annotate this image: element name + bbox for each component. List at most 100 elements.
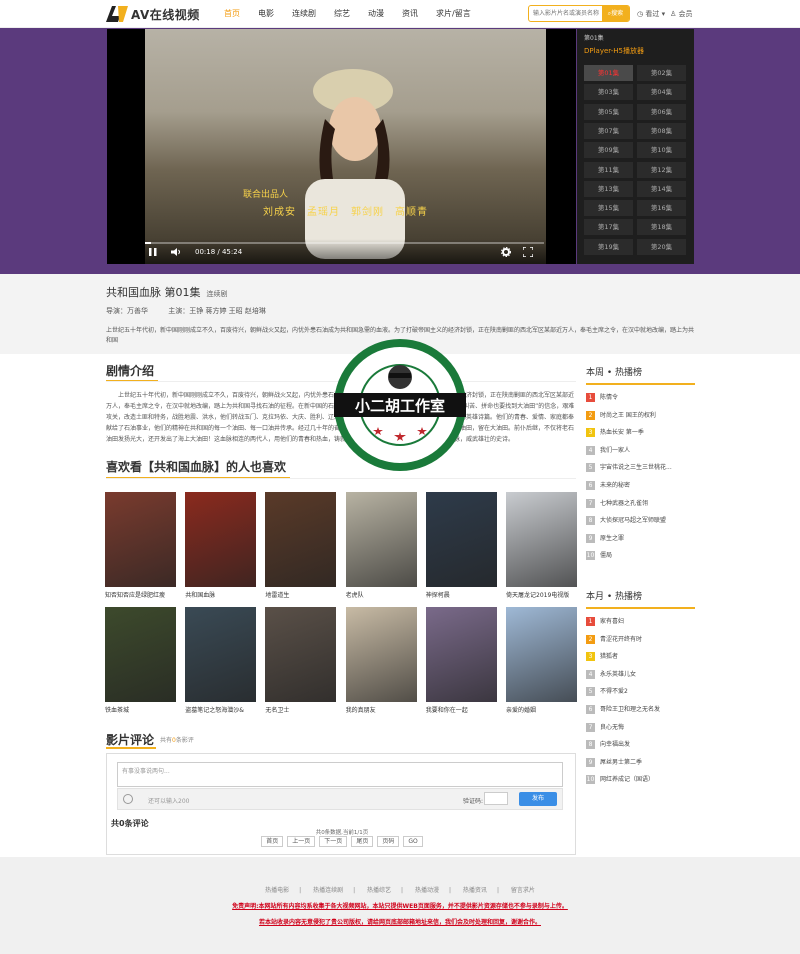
related-title[interactable]: 倚天屠龙记2019电视版: [506, 590, 577, 599]
rank-item[interactable]: 6 未来的秘密: [586, 480, 630, 492]
episode-button[interactable]: 第06集: [637, 103, 686, 120]
episode-button[interactable]: 第03集: [584, 84, 633, 101]
related-card[interactable]: 无名卫士: [265, 607, 337, 714]
rank-item[interactable]: 5 不得不爱2: [586, 686, 628, 698]
video-player[interactable]: 联合出品人 刘成安 孟瑶月 郭剑刚 高顺青 00:18 / 45:24: [107, 29, 576, 264]
poster-image[interactable]: [506, 492, 577, 587]
nav-news[interactable]: 资讯: [393, 0, 427, 28]
rank-item[interactable]: 4 永乐英雄儿女: [586, 669, 636, 681]
member-link[interactable]: ♙ 会员: [670, 0, 693, 28]
rank-item[interactable]: 9 屌丝男士第二季: [586, 757, 642, 769]
search-button[interactable]: ⌕搜索: [602, 6, 629, 21]
related-card[interactable]: 盗墓笔记之怒海潜沙&: [185, 607, 257, 714]
episode-button[interactable]: 第18集: [637, 219, 686, 236]
fullscreen-icon[interactable]: [523, 247, 533, 257]
episode-button[interactable]: 第13集: [584, 180, 633, 197]
episode-button[interactable]: 第20集: [637, 238, 686, 255]
rank-item[interactable]: 8 向幸福出发: [586, 739, 630, 751]
episode-button[interactable]: 第08集: [637, 122, 686, 139]
rank-item[interactable]: 6 哥险王卫和理之无名发: [586, 704, 660, 716]
rank-item[interactable]: 10 网红养成记（国语）: [586, 774, 654, 786]
rank-item[interactable]: 2 青涩花开终有时: [586, 634, 642, 646]
related-card[interactable]: 神探柯晨: [425, 492, 497, 599]
nav-series[interactable]: 连续剧: [283, 0, 325, 28]
verify-code-input[interactable]: [484, 792, 508, 805]
episode-button[interactable]: 第19集: [584, 238, 633, 255]
episode-button[interactable]: 第09集: [584, 142, 633, 159]
related-card[interactable]: 知否知否应是绿肥红瘦: [105, 492, 176, 599]
episode-button[interactable]: 第05集: [584, 103, 633, 120]
related-card[interactable]: 共和国血脉: [185, 492, 257, 599]
related-title[interactable]: 地雷道生: [265, 590, 336, 599]
rank-item[interactable]: 1 陈情令: [586, 392, 618, 404]
next-page-button[interactable]: 下一页: [319, 836, 348, 847]
related-card[interactable]: 铁血茶城: [105, 607, 176, 714]
related-title[interactable]: 共和国血脉: [185, 590, 256, 599]
related-title[interactable]: 我的真朋友: [346, 705, 417, 714]
episode-button[interactable]: 第10集: [637, 142, 686, 159]
related-title[interactable]: 亲爱的婚姻: [506, 705, 577, 714]
related-card[interactable]: 亲爱的婚姻: [506, 607, 577, 714]
poster-image[interactable]: [105, 492, 176, 587]
rank-item[interactable]: 3 猎狐者: [586, 651, 618, 663]
comment-textarea[interactable]: 有事没事说两句...: [117, 762, 563, 787]
rank-item[interactable]: 8 大侦探冠马超之军师联盟: [586, 515, 666, 527]
history-menu[interactable]: ◷ 看过 ▾: [637, 0, 665, 28]
poster-image[interactable]: [265, 492, 337, 587]
related-card[interactable]: 地雷道生: [265, 492, 337, 599]
search-input[interactable]: [533, 8, 601, 19]
episode-button[interactable]: 第12集: [637, 161, 686, 178]
rank-item[interactable]: 10 僵局: [586, 550, 612, 562]
nav-movie[interactable]: 电影: [249, 0, 283, 28]
related-title[interactable]: 老虎队: [346, 590, 417, 599]
rank-item[interactable]: 2 时尚之王 国王的权利: [586, 410, 656, 422]
emoji-icon[interactable]: [123, 794, 133, 804]
poster-image[interactable]: [105, 607, 176, 702]
nav-variety[interactable]: 综艺: [325, 0, 359, 28]
go-button[interactable]: GO: [403, 836, 423, 847]
episode-button[interactable]: 第17集: [584, 219, 633, 236]
pause-icon[interactable]: [149, 248, 157, 256]
page-number-input[interactable]: 页码: [377, 836, 400, 847]
progress-bar[interactable]: [145, 242, 544, 244]
playlist-source[interactable]: DPlayer-H5播放器: [584, 46, 644, 56]
rank-item[interactable]: 5 宇宙伟说之三生三世桃花...: [586, 462, 672, 474]
director-link[interactable]: 万善华: [127, 307, 148, 315]
related-title[interactable]: 盗墓笔记之怒海潜沙&: [185, 705, 256, 714]
related-title[interactable]: 知否知否应是绿肥红瘦: [105, 590, 176, 599]
related-title[interactable]: 神探柯晨: [426, 590, 497, 599]
prev-page-button[interactable]: 上一页: [287, 836, 316, 847]
rank-item[interactable]: 4 我们一家人: [586, 445, 630, 457]
rank-item[interactable]: 1 家有喜妇: [586, 616, 624, 628]
nav-home[interactable]: 首页: [215, 0, 249, 28]
poster-image[interactable]: [345, 607, 417, 702]
related-card[interactable]: 我要和你在一起: [425, 607, 497, 714]
poster-image[interactable]: [425, 607, 497, 702]
video-category[interactable]: 连续剧: [207, 290, 228, 298]
related-title[interactable]: 我要和你在一起: [426, 705, 497, 714]
footer-link[interactable]: 热播连续剧: [313, 887, 343, 894]
related-card[interactable]: 老虎队: [345, 492, 417, 599]
related-title[interactable]: 铁血茶城: [105, 705, 176, 714]
related-card[interactable]: 我的真朋友: [345, 607, 417, 714]
footer-link[interactable]: 热播资讯: [463, 887, 487, 894]
rank-item[interactable]: 3 热血长安 第一季: [586, 427, 644, 439]
submit-comment-button[interactable]: 发布: [519, 792, 557, 806]
poster-image[interactable]: [506, 607, 577, 702]
nav-request[interactable]: 求片/留言: [427, 0, 480, 28]
poster-image[interactable]: [345, 492, 417, 587]
episode-button[interactable]: 第01集: [584, 65, 633, 81]
related-card[interactable]: 倚天屠龙记2019电视版: [506, 492, 577, 599]
rank-item[interactable]: 7 七种武器之孔雀翎: [586, 498, 648, 510]
footer-link[interactable]: 热播动漫: [415, 887, 439, 894]
volume-icon[interactable]: [171, 248, 181, 256]
poster-image[interactable]: [265, 607, 337, 702]
footer-link[interactable]: 留言求片: [511, 887, 535, 894]
episode-button[interactable]: 第14集: [637, 180, 686, 197]
rank-item[interactable]: 9 原生之罪: [586, 533, 624, 545]
episode-button[interactable]: 第02集: [637, 65, 686, 81]
rank-item[interactable]: 7 良心无悔: [586, 722, 624, 734]
last-page-button[interactable]: 尾页: [351, 836, 374, 847]
site-logo[interactable]: AV在线视频: [106, 5, 200, 23]
poster-image[interactable]: [185, 492, 257, 587]
